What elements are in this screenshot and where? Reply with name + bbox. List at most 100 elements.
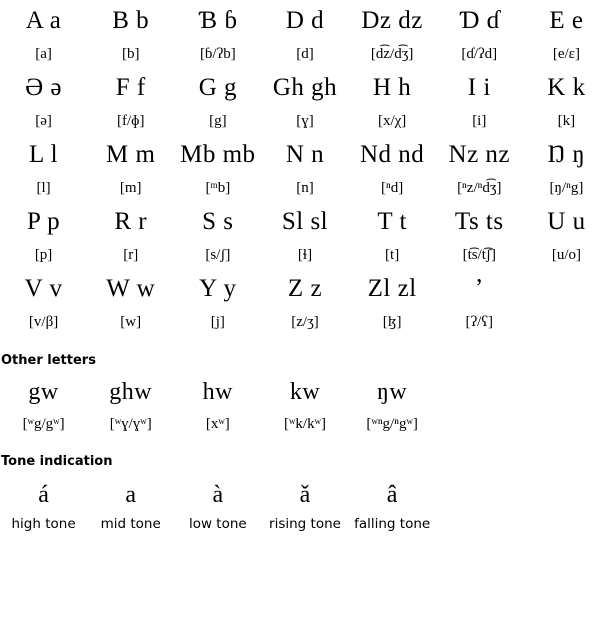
ipa-transcription: [ɓ/ʔb] xyxy=(199,46,236,62)
letter-pair: M m xyxy=(105,141,156,168)
ipa-transcription: [x/χ] xyxy=(377,113,407,129)
letter-pair: N n xyxy=(285,141,325,168)
alphabet-cell: M m [m] xyxy=(87,134,174,201)
other-letter: gw xyxy=(28,379,59,405)
ipa-transcription: [ᵐb] xyxy=(205,180,231,196)
tone-label: mid tone xyxy=(100,516,161,532)
ipa-transcription: [ɗ/ʔd] xyxy=(461,46,498,62)
letter-pair: Ts ts xyxy=(454,208,504,235)
ipa-transcription: [p] xyxy=(34,247,53,263)
alphabet-cell: T t [t] xyxy=(349,201,436,268)
ipa-transcription: [n] xyxy=(296,180,314,196)
ipa-transcription: [s/ʃ] xyxy=(205,247,231,263)
letter-pair: F f xyxy=(115,74,146,101)
other-letter-cell: gw [ʷg/gʷ] xyxy=(0,372,87,436)
ipa-transcription: [i] xyxy=(472,113,487,129)
alphabet-cell: Sl sl [ɬ] xyxy=(261,201,348,268)
tone-indication-heading: Tone indication xyxy=(1,454,113,469)
letter-pair: Zl zl xyxy=(367,275,417,302)
letter-pair: K k xyxy=(547,74,586,101)
alphabet-cell: S s [s/ʃ] xyxy=(174,201,261,268)
ipa-transcription: [ʔ/ʕ] xyxy=(465,314,494,330)
ipa-transcription: [m] xyxy=(119,180,142,196)
other-letter: kw xyxy=(289,379,321,405)
letter-pair: Ŋ ŋ xyxy=(547,141,586,168)
ipa-transcription: [d] xyxy=(296,46,314,62)
letter-pair: Nz nz xyxy=(448,141,511,168)
tone-label: low tone xyxy=(188,516,247,532)
letter-pair: Nd nd xyxy=(359,141,425,168)
alphabet-cell: I i [i] xyxy=(436,67,523,134)
letter-pair: Sl sl xyxy=(281,208,329,235)
ipa-transcription xyxy=(523,310,610,335)
ipa-transcription: [a] xyxy=(35,46,52,62)
alphabet-cell: R r [r] xyxy=(87,201,174,268)
alphabet-cell: W w [w] xyxy=(87,268,174,335)
tone-mark: â xyxy=(386,482,398,508)
tone-mark: á xyxy=(38,482,49,508)
ipa-transcription: [j] xyxy=(210,314,225,330)
letter-pair xyxy=(523,268,610,310)
letter-pair: Dz dz xyxy=(361,7,423,34)
letter-pair: D d xyxy=(285,7,325,34)
ipa-transcription: [k] xyxy=(557,113,576,129)
tone-mark: à xyxy=(212,482,224,508)
letter-pair: P p xyxy=(26,208,61,235)
alphabet-cell: Dz dz [d͡z/d͡ʒ] xyxy=(349,0,436,67)
other-letter-cell-empty xyxy=(523,372,610,436)
letter-pair: Mb mb xyxy=(180,141,256,168)
other-letters-grid: gw [ʷg/gʷ] ghw [ʷɣ/ɣʷ] hw [xʷ] kw [ʷk/kʷ… xyxy=(0,372,610,436)
ipa-transcription: [r] xyxy=(123,247,139,263)
ipa-transcription: [t] xyxy=(385,247,400,263)
tone-label: high tone xyxy=(11,516,76,532)
other-letter: hw xyxy=(202,379,234,405)
tone-cell: â falling tone xyxy=(349,476,436,534)
ipa-transcription: [v/β] xyxy=(28,314,59,330)
letter-pair: Ɗ ɗ xyxy=(458,7,500,34)
alphabet-cell: U u [u/o] xyxy=(523,201,610,268)
alphabet-grid: A a [a] B b [b] Ɓ ɓ [ɓ/ʔb] D d [d] Dz dz… xyxy=(0,0,610,335)
ipa-transcription: [t͡s/t͡ʃ] xyxy=(462,247,496,263)
ipa-transcription: [ŋ/ⁿg] xyxy=(549,180,584,196)
tone-cell-empty xyxy=(436,476,523,534)
alphabet-cell: Gh gh [ɣ] xyxy=(261,67,348,134)
ipa-transcription: [ⁿd] xyxy=(381,180,404,196)
letter-pair: T t xyxy=(377,208,407,235)
alphabet-cell: Ts ts [t͡s/t͡ʃ] xyxy=(436,201,523,268)
alphabet-cell: Ɓ ɓ [ɓ/ʔb] xyxy=(174,0,261,67)
other-letter: ŋw xyxy=(377,379,408,405)
letter-pair: W w xyxy=(106,275,156,302)
alphabet-cell: K k [k] xyxy=(523,67,610,134)
tone-label: rising tone xyxy=(269,516,341,532)
letter-pair: B b xyxy=(112,7,150,34)
ipa-transcription: [d͡z/d͡ʒ] xyxy=(370,46,414,62)
alphabet-cell: Ɗ ɗ [ɗ/ʔd] xyxy=(436,0,523,67)
ipa-transcription: [g] xyxy=(209,113,227,129)
alphabet-cell: F f [f/ɸ] xyxy=(87,67,174,134)
tone-mark: ǎ xyxy=(299,482,311,508)
tone-mark: a xyxy=(125,482,137,508)
letter-pair: U u xyxy=(547,208,586,235)
alphabet-cell: Nz nz [ⁿz/ⁿd͡ʒ] xyxy=(436,134,523,201)
ipa-transcription: [ʷⁿg/ⁿgʷ] xyxy=(366,416,418,432)
alphabet-cell: V v [v/β] xyxy=(0,268,87,335)
alphabet-cell: A a [a] xyxy=(0,0,87,67)
alphabet-cell: B b [b] xyxy=(87,0,174,67)
letter-pair: L l xyxy=(29,141,59,168)
ipa-transcription: [u/o] xyxy=(551,247,581,263)
tone-cell: a mid tone xyxy=(87,476,174,534)
alphabet-cell: Y y [j] xyxy=(174,268,261,335)
alphabet-cell: Ə ə [ə] xyxy=(0,67,87,134)
other-letter-cell: kw [ʷk/kʷ] xyxy=(261,372,348,436)
letter-pair: Gh gh xyxy=(272,74,338,101)
tone-cell: ǎ rising tone xyxy=(261,476,348,534)
letter-pair: V v xyxy=(24,275,63,302)
tone-cell: á high tone xyxy=(0,476,87,534)
ipa-transcription: [b] xyxy=(121,46,140,62)
tone-label: falling tone xyxy=(354,516,431,532)
alphabet-cell: N n [n] xyxy=(261,134,348,201)
letter-pair: R r xyxy=(114,208,148,235)
alphabet-cell: P p [p] xyxy=(0,201,87,268)
